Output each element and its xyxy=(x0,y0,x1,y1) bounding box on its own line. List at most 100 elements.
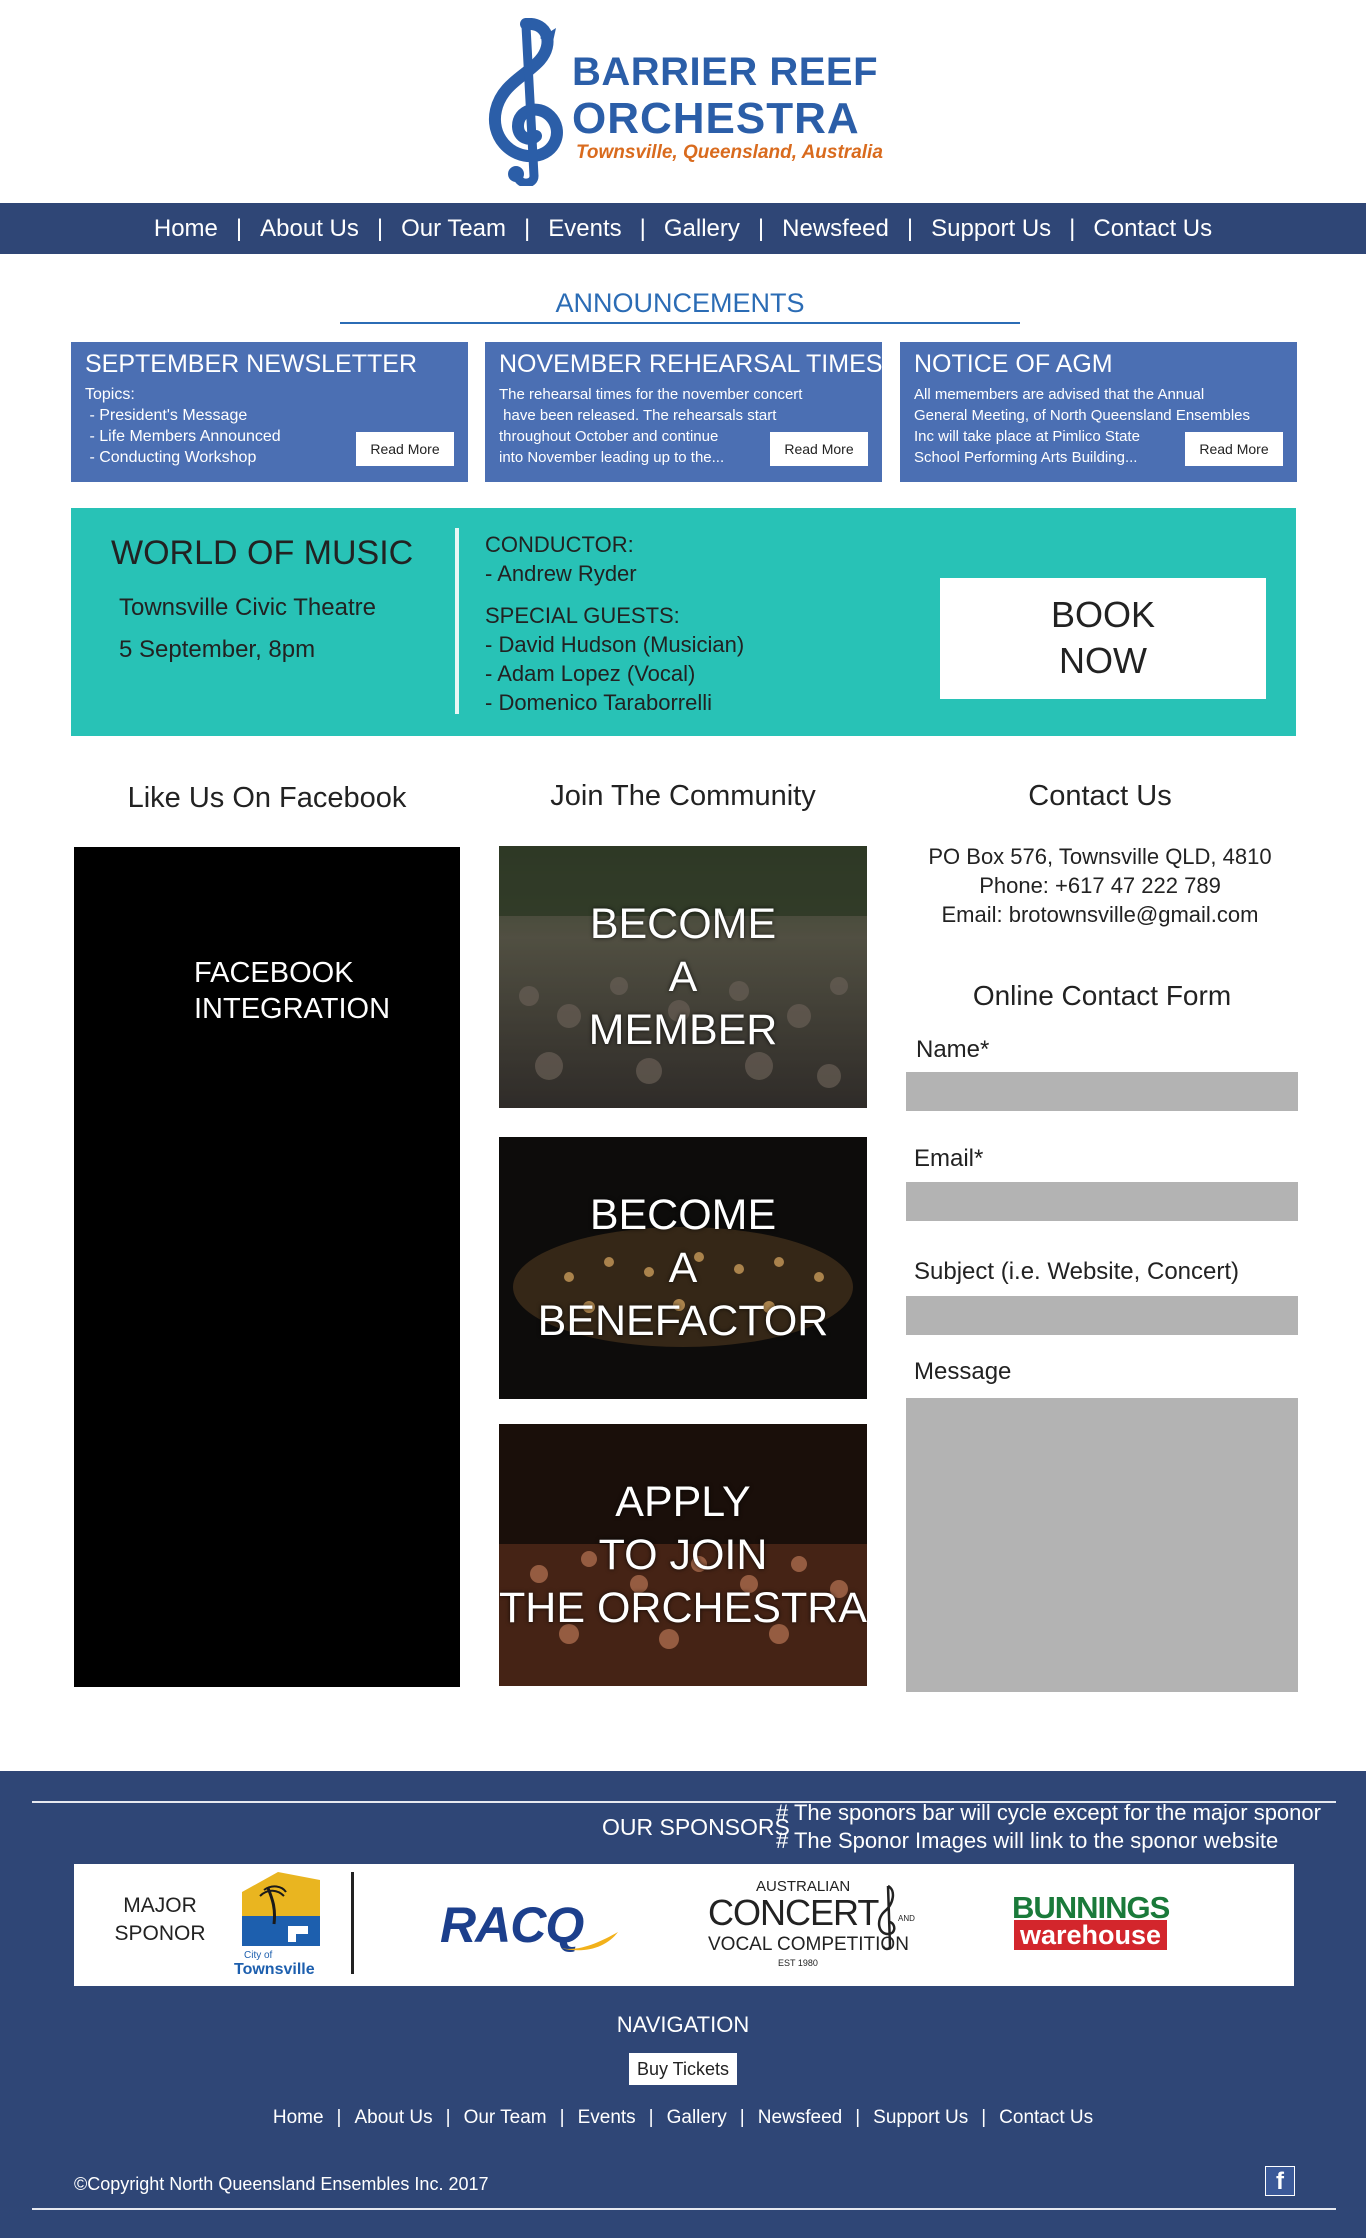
subject-field-label: Subject (i.e. Website, Concert) xyxy=(914,1258,1240,1285)
racq-logo[interactable]: RACQ xyxy=(440,1894,620,1954)
footer-nav-newsfeed[interactable]: Newsfeed xyxy=(745,2107,856,2129)
facebook-placeholder-line2: INTEGRATION xyxy=(194,993,391,1025)
bunnings-warehouse-logo[interactable]: BUNNINGS warehouse xyxy=(1008,1890,1198,1960)
treble-clef-seahorse-icon xyxy=(488,18,563,186)
footer-nav-events[interactable]: Events xyxy=(565,2107,649,2129)
footer-nav-gallery[interactable]: Gallery xyxy=(654,2107,740,2129)
footer-nav-support-us[interactable]: Support Us xyxy=(860,2107,981,2129)
announcement-line: General Meeting, of North Queensland Ens… xyxy=(914,407,1251,424)
townsville-text: Townsville xyxy=(234,1961,315,1978)
tile-caption-line: TO JOIN xyxy=(598,1530,768,1579)
book-now-line1: BOOK xyxy=(1050,594,1156,635)
contact-form-heading: Online Contact Form xyxy=(972,980,1232,1011)
read-more-button[interactable]: Read More xyxy=(356,432,454,466)
townsville-text-small: City of xyxy=(244,1950,273,1961)
announcement-body: The rehearsal times for the november con… xyxy=(499,384,802,468)
announcement-line: - Conducting Workshop xyxy=(85,449,257,466)
footer-nav-contact-us[interactable]: Contact Us xyxy=(986,2107,1106,2129)
sponsor-note: # The Sponor Images will link to the spo… xyxy=(776,1828,1279,1853)
become-member-tile[interactable]: BECOME A MEMBER xyxy=(499,846,867,1108)
nav-gallery[interactable]: Gallery xyxy=(646,215,758,243)
nav-events[interactable]: Events xyxy=(530,215,639,243)
read-more-button[interactable]: Read More xyxy=(770,432,868,466)
logo-title-line2: ORCHESTRA xyxy=(572,94,860,143)
message-field-label: Message xyxy=(914,1358,1012,1385)
footer-nav-our-team[interactable]: Our Team xyxy=(451,2107,560,2129)
tile-caption-line: A xyxy=(668,952,698,1001)
facebook-placeholder-text: FACEBOOK INTEGRATION xyxy=(194,955,390,1027)
announcement-line: throughout October and continue xyxy=(499,428,719,445)
concert-logo-side-text: AND xyxy=(898,1914,915,1923)
nav-contact-us[interactable]: Contact Us xyxy=(1075,215,1230,243)
concert-logo-line2: CONCERT xyxy=(708,1892,879,1933)
tile-caption-line: THE ORCHESTRA xyxy=(499,1583,867,1632)
nav-our-team[interactable]: Our Team xyxy=(383,215,524,243)
announcement-line: School Performing Arts Building... xyxy=(914,449,1138,466)
subject-input[interactable] xyxy=(906,1296,1298,1335)
contact-email[interactable]: Email: brotownsville@gmail.com xyxy=(906,902,1294,928)
footer-navigation: Home | About Us | Our Team | Events | Ga… xyxy=(0,2107,1366,2129)
footer-nav-home[interactable]: Home xyxy=(260,2107,337,2129)
announcements-heading: ANNOUNCEMENTS xyxy=(555,288,805,318)
become-benefactor-tile[interactable]: BECOME A BENEFACTOR xyxy=(499,1137,867,1399)
event-divider xyxy=(455,528,459,714)
contact-heading: Contact Us xyxy=(1028,780,1172,812)
site-logo[interactable]: BARRIER REEF ORCHESTRA Townsville, Queen… xyxy=(482,18,883,186)
announcement-line: Topics: xyxy=(85,386,135,403)
announcements-divider xyxy=(340,322,1020,324)
contact-address: PO Box 576, Townsville QLD, 4810 xyxy=(928,844,1272,869)
concert-logo-line4: EST 1980 xyxy=(778,1958,818,1968)
conductor-name: - Andrew Ryder xyxy=(485,561,637,586)
read-more-button[interactable]: Read More xyxy=(1185,432,1283,466)
contact-phone: Phone: +617 47 222 789 xyxy=(979,873,1221,898)
guest-item: - David Hudson (Musician) xyxy=(485,632,745,657)
major-sponsor-label: MAJOR SPONOR xyxy=(110,1892,210,1948)
australian-concert-vocal-competition-logo[interactable]: AUSTRALIAN CONCERT VOCAL COMPETITION EST… xyxy=(702,1878,915,1974)
facebook-placeholder-line1: FACEBOOK xyxy=(194,957,354,989)
city-of-townsville-logo[interactable]: City of Townsville xyxy=(232,1868,332,1980)
tile-caption-line: BECOME xyxy=(589,1190,777,1239)
message-textarea[interactable] xyxy=(906,1398,1298,1692)
guest-item: - Domenico Taraborrelli xyxy=(485,690,713,715)
tile-caption: BECOME A MEMBER xyxy=(499,846,867,1108)
announcement-heading: SEPTEMBER NEWSLETTER xyxy=(85,350,417,378)
nav-newsfeed[interactable]: Newsfeed xyxy=(764,215,907,243)
nav-home[interactable]: Home xyxy=(136,215,236,243)
email-input[interactable] xyxy=(906,1182,1298,1221)
facebook-icon[interactable]: f xyxy=(1265,2166,1295,2196)
logo-tagline: Townsville, Queensland, Australia xyxy=(576,142,883,163)
facebook-heading: Like Us On Facebook xyxy=(127,782,407,814)
special-guests-label: SPECIAL GUESTS: xyxy=(485,603,680,628)
major-sponsor-divider xyxy=(351,1872,354,1974)
announcement-line: have been released. The rehearsals start xyxy=(499,407,777,424)
townsville-crest-icon xyxy=(242,1872,320,1946)
buy-tickets-button[interactable]: Buy Tickets xyxy=(629,2053,737,2085)
footer-bottom-divider xyxy=(32,2208,1336,2210)
tile-caption: BECOME A BENEFACTOR xyxy=(499,1137,867,1399)
community-heading: Join The Community xyxy=(550,780,816,812)
sponsor-note: # The sponors bar will cycle except for … xyxy=(776,1800,1321,1825)
guest-item: - Adam Lopez (Vocal) xyxy=(485,661,696,686)
footer-navigation-heading: NAVIGATION xyxy=(616,2012,750,2037)
tile-caption-line: MEMBER xyxy=(588,1005,778,1054)
nav-support-us[interactable]: Support Us xyxy=(913,215,1069,243)
email-field-label: Email* xyxy=(914,1145,984,1172)
racq-swoosh-icon xyxy=(560,1932,618,1951)
nav-about-us[interactable]: About Us xyxy=(242,215,377,243)
apply-join-orchestra-tile[interactable]: APPLY TO JOIN THE ORCHESTRA xyxy=(499,1424,867,1686)
sponsor-bar: MAJOR SPONOR City of Townsville RACQ AUS… xyxy=(74,1864,1294,1986)
tile-caption: APPLY TO JOIN THE ORCHESTRA xyxy=(499,1424,867,1686)
name-field-label: Name* xyxy=(916,1036,990,1063)
tile-caption-line: A xyxy=(668,1243,698,1292)
footer-nav-about-us[interactable]: About Us xyxy=(341,2107,445,2129)
tile-caption-line: APPLY xyxy=(615,1477,751,1526)
main-navigation: Home | About Us | Our Team | Events | Ga… xyxy=(0,203,1366,254)
announcement-line: - Life Members Announced xyxy=(85,428,281,445)
facebook-feed-placeholder[interactable]: FACEBOOK INTEGRATION xyxy=(74,847,460,1687)
announcement-body: All memembers are advised that the Annua… xyxy=(914,384,1251,468)
announcement-card-newsletter: SEPTEMBER NEWSLETTER Topics: - President… xyxy=(71,342,468,482)
name-input[interactable] xyxy=(906,1072,1298,1111)
book-now-button[interactable]: BOOK NOW xyxy=(940,578,1266,699)
announcement-line: into November leading up to the... xyxy=(499,449,725,466)
major-sponsor-label-line2: SPONOR xyxy=(114,1922,206,1945)
